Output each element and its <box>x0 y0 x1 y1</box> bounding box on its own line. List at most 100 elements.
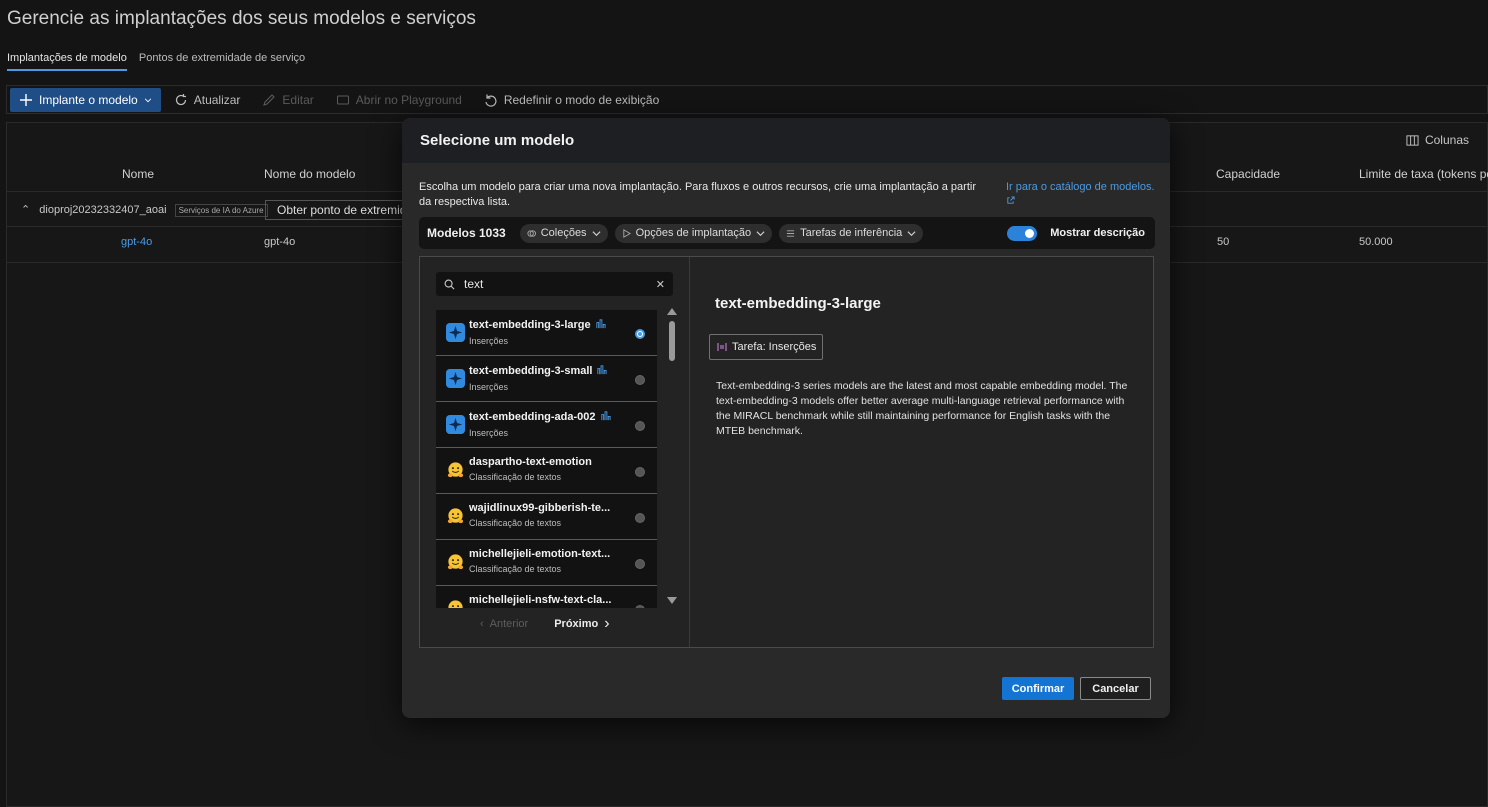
select-model-dialog: Selecione um modelo Escolha um modelo pa… <box>402 118 1170 718</box>
model-list-item[interactable]: text-embedding-ada-002 Inserções <box>436 402 657 448</box>
collections-icon <box>527 229 536 237</box>
model-name-text: wajidlinux99-gibberish-te... <box>469 502 611 514</box>
get-endpoint-label: Obter ponto de extremidade <box>277 203 407 217</box>
catalog-link[interactable]: Ir para o catálogo de modelos. <box>1006 180 1156 210</box>
model-name-text: text-embedding-ada-002 <box>469 411 596 423</box>
header-name[interactable]: Nome <box>122 167 154 181</box>
next-page-button[interactable]: Próximo › <box>554 615 609 633</box>
scroll-down-icon[interactable] <box>667 597 677 605</box>
row-name-link[interactable]: gpt-4o <box>121 236 152 248</box>
tab-model-deployments[interactable]: Implantações de modelo <box>7 52 127 71</box>
scroll-up-icon[interactable] <box>667 307 677 315</box>
model-radio[interactable] <box>635 559 645 569</box>
toolbar: Implante o modelo Atualizar Editar Abrir… <box>6 85 1488 114</box>
model-list-item[interactable]: daspartho-text-emotion Classificação de t… <box>436 448 657 494</box>
model-list-item[interactable]: wajidlinux99-gibberish-te... Classificaçã… <box>436 494 657 540</box>
model-task: Classificação de textos <box>469 518 562 528</box>
hugging-face-icon <box>446 553 465 572</box>
pencil-icon <box>263 93 276 106</box>
header-rate-limit[interactable]: Limite de taxa (tokens por m <box>1359 167 1488 181</box>
benchmark-icon[interactable] <box>595 318 606 332</box>
clear-search-icon[interactable]: ✕ <box>656 278 665 291</box>
detail-title: text-embedding-3-large <box>715 295 881 312</box>
task-badge: Tarefa: Inserções <box>709 334 824 360</box>
model-radio[interactable] <box>635 513 645 523</box>
show-description-toggle[interactable] <box>1007 225 1038 241</box>
list-scrollbar[interactable] <box>666 305 678 605</box>
cancel-button[interactable]: Cancelar <box>1080 677 1151 700</box>
model-name: text-embedding-3-large <box>469 318 657 332</box>
list-icon <box>787 229 795 237</box>
model-radio[interactable] <box>635 375 645 385</box>
deployment-options-label: Opções de implantação <box>635 227 752 239</box>
group-row[interactable]: ⌃ dioproj20232332407_aoai Serviços de IA… <box>21 203 268 217</box>
columns-label: Colunas <box>1424 133 1469 147</box>
chevron-right-icon: › <box>604 615 610 632</box>
header-capacity[interactable]: Capacidade <box>1216 167 1280 181</box>
models-count: Modelos 1033 <box>427 226 506 240</box>
edit-button[interactable]: Editar <box>253 88 322 112</box>
catalog-link-label: Ir para o catálogo de modelos. <box>1006 181 1155 193</box>
reset-view-label: Redefinir o modo de exibição <box>503 92 660 107</box>
open-playground-button[interactable]: Abrir no Playground <box>327 88 471 112</box>
model-list-item[interactable]: michellejieli-nsfw-text-cla... <box>436 586 657 608</box>
tab-service-endpoints[interactable]: Pontos de extremidade de serviço <box>139 52 305 71</box>
chevron-left-icon: ‹ <box>480 618 484 630</box>
columns-button[interactable]: Colunas <box>1406 133 1469 147</box>
confirm-button[interactable]: Confirmar <box>1002 677 1074 700</box>
deploy-model-button[interactable]: Implante o modelo <box>10 87 161 112</box>
model-name-text: text-embedding-3-small <box>469 365 593 377</box>
tab-bar: Implantações de modelo Pontos de extremi… <box>7 52 305 71</box>
model-radio[interactable] <box>635 329 645 339</box>
deployment-options-filter[interactable]: Opções de implantação <box>614 223 773 243</box>
inference-tasks-filter[interactable]: Tarefas de inferência <box>779 223 924 243</box>
external-link-icon <box>1007 196 1015 204</box>
search-input[interactable] <box>464 277 647 291</box>
undo-icon <box>485 94 497 107</box>
model-name: daspartho-text-emotion <box>469 456 657 468</box>
dialog-title: Selecione um modelo <box>402 118 1170 163</box>
model-name-text: michellejieli-nsfw-text-cla... <box>469 594 612 606</box>
show-description-control: Mostrar descrição <box>1007 225 1155 241</box>
previous-page-button[interactable]: ‹ Anterior <box>480 615 528 633</box>
model-list-item[interactable]: michellejieli-emotion-text... Classificaç… <box>436 540 657 586</box>
model-task: Classificação de textos <box>469 564 562 574</box>
model-name-text: daspartho-text-emotion <box>469 456 592 468</box>
model-list: text-embedding-3-large Inserções text-embe… <box>436 310 657 608</box>
refresh-button[interactable]: Atualizar <box>165 88 250 112</box>
model-name: michellejieli-nsfw-text-cla... <box>469 594 657 606</box>
chevron-down-icon <box>907 230 916 236</box>
model-task: Inserções <box>469 428 509 438</box>
benchmark-icon[interactable] <box>600 410 611 424</box>
dialog-intro: Escolha um modelo para criar uma nova im… <box>419 181 976 208</box>
group-name: dioproj20232332407_aoai <box>39 204 167 216</box>
model-radio[interactable] <box>635 421 645 431</box>
model-list-item[interactable]: text-embedding-3-small Inserções <box>436 356 657 402</box>
inference-tasks-label: Tarefas de inferência <box>800 227 903 239</box>
model-list-pane: ✕ text-embedding-3-largeInserçõestext-em… <box>420 257 690 647</box>
columns-icon <box>1406 134 1419 146</box>
group-tag: Serviços de IA do Azure <box>174 203 268 217</box>
model-list-item[interactable]: text-embedding-3-large Inserções <box>436 310 657 356</box>
task-label: Tarefa: Inserções <box>732 341 817 353</box>
scroll-thumb[interactable] <box>669 321 675 361</box>
model-radio[interactable] <box>635 605 645 608</box>
chevron-up-icon[interactable]: ⌃ <box>21 204 30 216</box>
reset-view-button[interactable]: Redefinir o modo de exibição <box>475 88 668 112</box>
deploy-model-label: Implante o modelo <box>39 92 138 107</box>
row-rate-limit: 50.000 <box>1359 236 1393 248</box>
get-endpoint-button[interactable]: Obter ponto de extremidade <box>265 200 407 220</box>
play-icon <box>622 228 631 238</box>
model-radio[interactable] <box>635 467 645 477</box>
refresh-icon <box>175 93 186 105</box>
collections-filter[interactable]: Coleções <box>519 223 608 243</box>
model-name: michellejieli-emotion-text... <box>469 548 657 560</box>
open-playground-label: Abrir no Playground <box>355 92 462 107</box>
header-model-name[interactable]: Nome do modelo <box>264 167 355 181</box>
page-title: Gerencie as implantações dos seus modelo… <box>7 8 476 29</box>
model-name: text-embedding-ada-002 <box>469 410 657 424</box>
model-search: ✕ <box>436 272 673 296</box>
chevron-down-icon <box>144 98 151 102</box>
embeddings-icon <box>717 343 727 351</box>
benchmark-icon[interactable] <box>596 364 608 378</box>
